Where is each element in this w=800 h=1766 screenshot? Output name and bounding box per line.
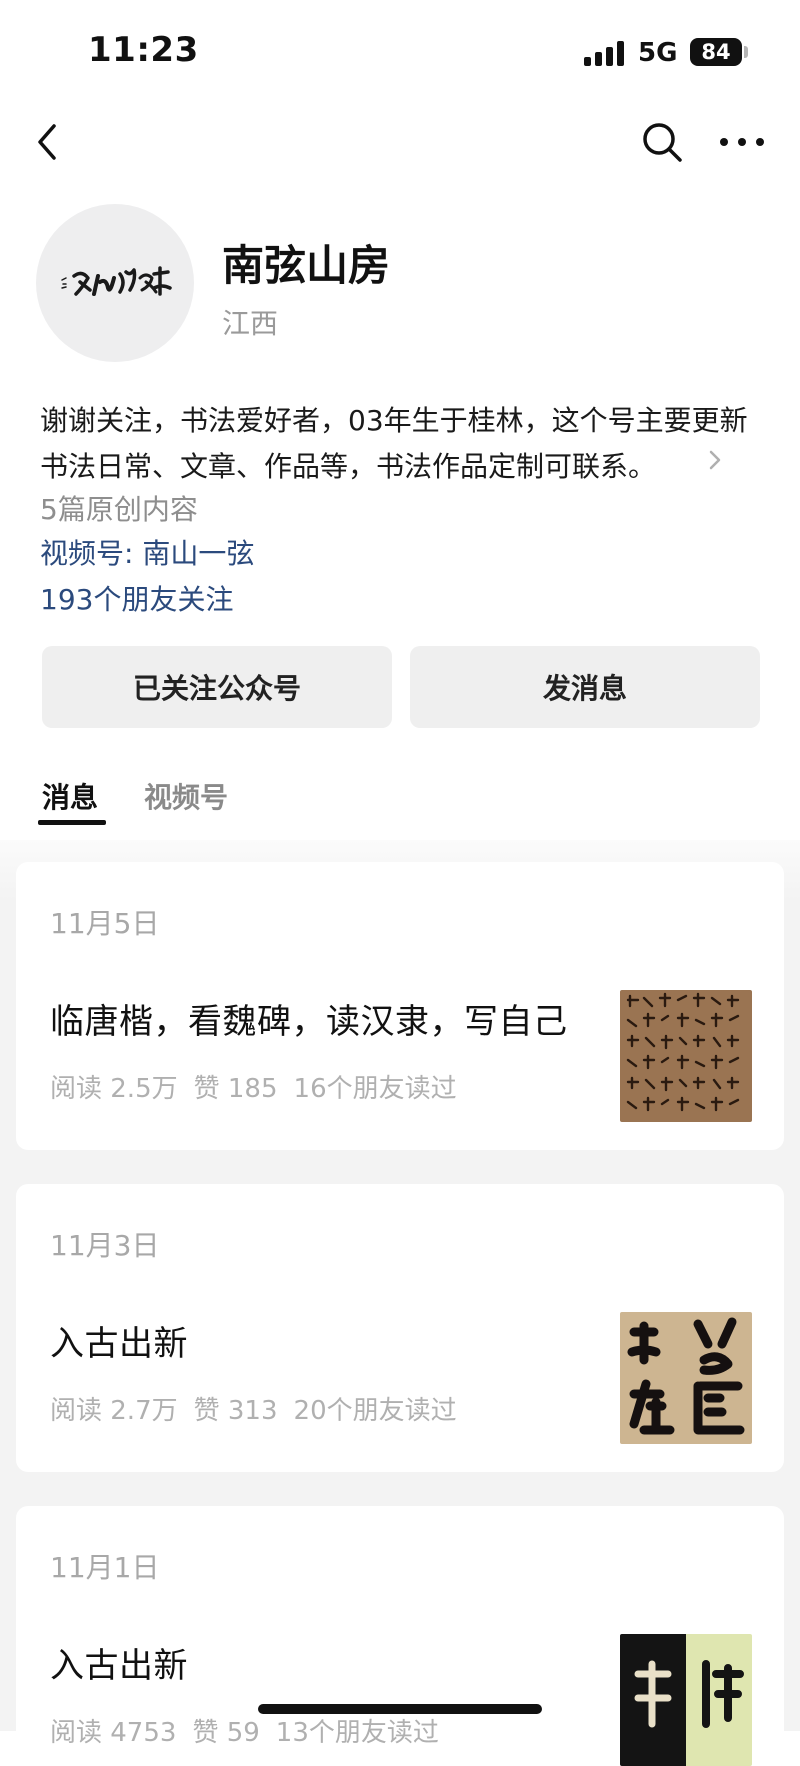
article-friends-read: 13个朋友读过 — [275, 1718, 439, 1748]
status-time: 11:23 — [88, 30, 199, 70]
followed-button[interactable]: 已关注公众号 — [42, 646, 392, 728]
network-type: 5G — [638, 38, 678, 68]
battery-tip — [744, 46, 748, 58]
search-icon[interactable] — [638, 118, 686, 166]
article-thumbnail — [620, 1312, 752, 1444]
calligraphy-logo-icon — [61, 266, 172, 296]
article-feed: 11月5日 临唐楷，看魏碑，读汉隶，写自己 阅读 2.5万赞 185 16个朋友读… — [0, 840, 800, 1766]
article-friends-read: 16个朋友读过 — [293, 1074, 457, 1104]
chevron-right-icon[interactable] — [706, 446, 724, 474]
article-card[interactable]: 11月3日 入古出新 阅读 2.7万赞 313 20个朋友读过 — [16, 1184, 784, 1472]
article-title: 入古出新 — [50, 1646, 188, 1686]
article-date: 11月5日 — [50, 907, 160, 940]
article-likes: 赞 313 — [193, 1396, 278, 1426]
article-title: 临唐楷，看魏碑，读汉隶，写自己 — [50, 1002, 568, 1042]
battery-level: 84 — [701, 40, 731, 64]
article-likes: 赞 59 — [192, 1718, 260, 1748]
article-thumbnail — [620, 1634, 752, 1766]
article-likes: 赞 185 — [193, 1074, 278, 1104]
article-reads: 阅读 4753 — [50, 1718, 177, 1748]
tab-messages[interactable]: 消息 — [42, 776, 98, 816]
article-stats: 阅读 2.7万赞 313 20个朋友读过 — [50, 1390, 473, 1427]
signal-icon — [584, 40, 628, 66]
account-region: 江西 — [222, 307, 279, 340]
account-description[interactable]: 谢谢关注，书法爱好者，03年生于桂林，这个号主要更新书法日常、文章、作品等，书法… — [40, 398, 760, 490]
article-friends-read: 20个朋友读过 — [293, 1396, 457, 1426]
article-reads: 阅读 2.5万 — [50, 1074, 178, 1104]
home-indicator[interactable] — [258, 1704, 542, 1714]
tab-video-channel[interactable]: 视频号 — [144, 776, 228, 816]
article-thumbnail — [620, 990, 752, 1122]
original-content-count[interactable]: 5篇原创内容 — [40, 488, 198, 528]
article-reads: 阅读 2.7万 — [50, 1396, 178, 1426]
article-card[interactable]: 11月5日 临唐楷，看魏碑，读汉隶，写自己 阅读 2.5万赞 185 16个朋友读… — [16, 862, 784, 1150]
article-date: 11月3日 — [50, 1229, 160, 1262]
active-tab-indicator — [38, 820, 106, 825]
battery-icon: 84 — [690, 38, 742, 66]
send-message-button[interactable]: 发消息 — [410, 646, 760, 728]
more-icon[interactable] — [716, 118, 768, 166]
article-date: 11月1日 — [50, 1551, 160, 1584]
avatar[interactable] — [36, 204, 194, 362]
article-title: 入古出新 — [50, 1324, 188, 1364]
account-name: 南弦山房 — [222, 241, 391, 290]
back-icon[interactable] — [28, 118, 68, 166]
video-channel-link[interactable]: 视频号: 南山一弦 — [40, 532, 254, 572]
article-stats: 阅读 2.5万赞 185 16个朋友读过 — [50, 1068, 473, 1105]
friends-following-link[interactable]: 193个朋友关注 — [40, 578, 233, 618]
article-card[interactable]: 11月1日 入古出新 阅读 4753 赞 59 13个朋友读过 — [16, 1506, 784, 1766]
